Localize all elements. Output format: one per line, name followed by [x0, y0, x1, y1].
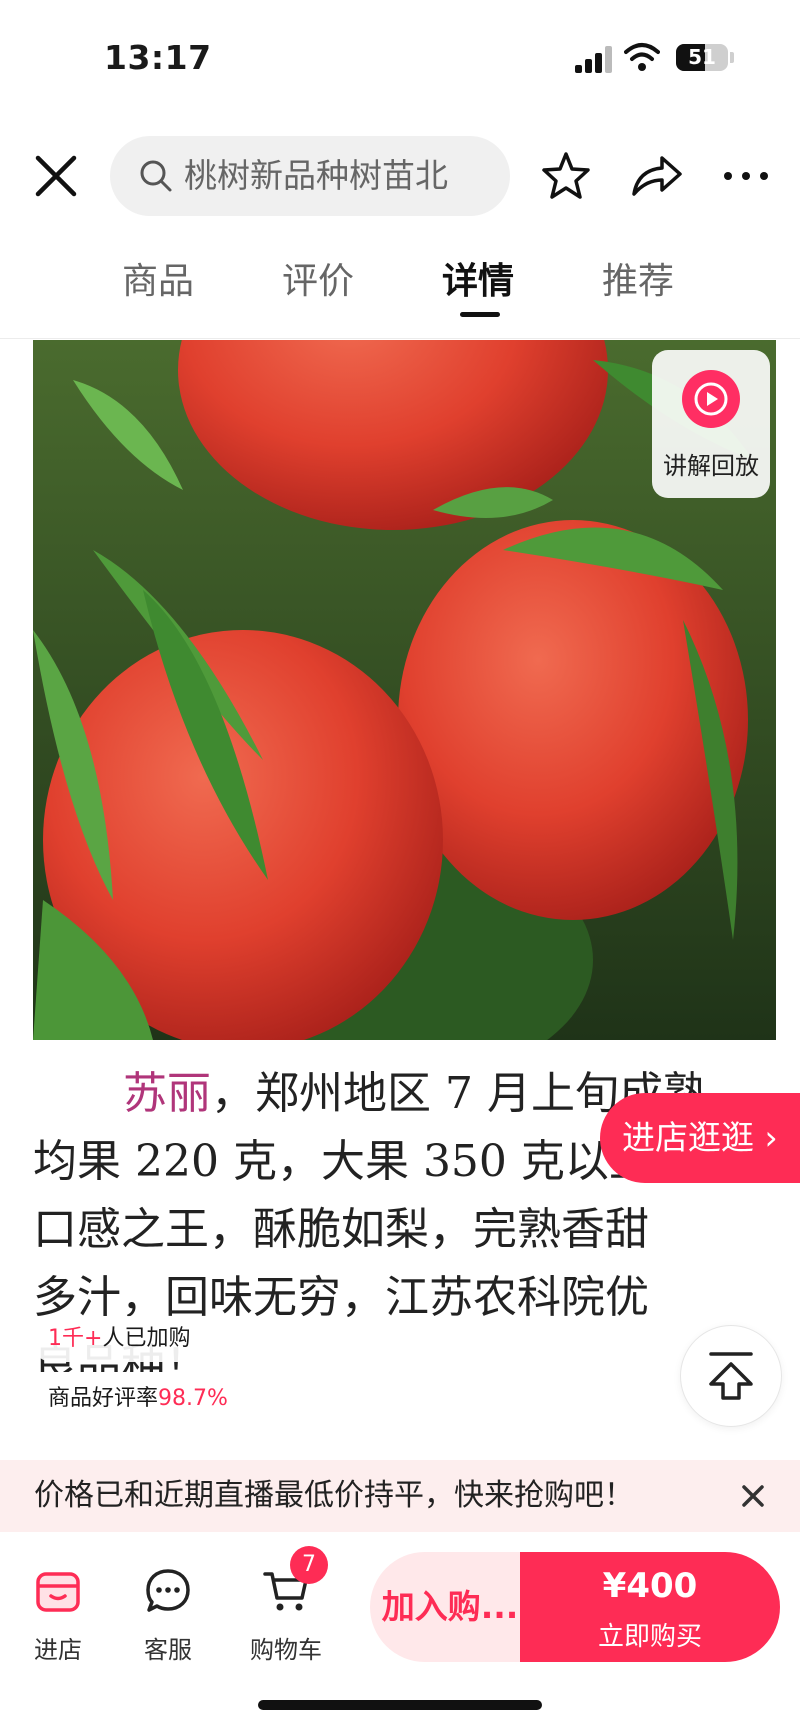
visit-store-button[interactable]: 进店逛逛 › — [600, 1093, 800, 1183]
store-label: 进店 — [34, 1636, 82, 1664]
active-tab-indicator — [460, 312, 500, 317]
search-input[interactable]: 桃树新品种树苗北 — [110, 136, 510, 216]
chat-icon — [146, 1569, 190, 1612]
more-icon[interactable] — [718, 148, 774, 204]
tab-recommend[interactable]: 推荐 — [602, 252, 674, 304]
cart-button[interactable]: 购物车 — [236, 1568, 336, 1678]
status-time: 13:17 — [104, 38, 212, 77]
arrow-up-icon — [709, 1352, 753, 1400]
battery-cap — [730, 52, 734, 63]
wifi-icon — [624, 43, 660, 71]
rating-value: 98.7% — [158, 1386, 228, 1411]
back-to-top-button[interactable] — [680, 1325, 782, 1427]
close-icon[interactable] — [735, 1478, 771, 1514]
star-icon[interactable] — [538, 148, 594, 204]
buyers-text: 人已加购 — [102, 1326, 191, 1351]
store-button[interactable]: 进店 — [8, 1568, 108, 1678]
price-banner: 价格已和近期直播最低价持平，快来抢购吧！ — [0, 1460, 800, 1532]
close-icon[interactable] — [28, 148, 84, 204]
replay-button[interactable]: 讲解回放 — [652, 350, 770, 498]
battery-icon: 51 — [676, 44, 728, 71]
buyers-badge: 1千+人已加购 — [30, 1316, 209, 1362]
store-icon — [36, 1572, 80, 1612]
service-label: 客服 — [144, 1636, 192, 1664]
battery-level: 51 — [688, 45, 716, 69]
add-to-cart-button[interactable]: 加入购... — [370, 1552, 530, 1662]
nav-divider — [0, 338, 800, 339]
desc-line: 口感之王，酥脆如梨，完熟香甜 — [33, 1204, 649, 1255]
cart-count-badge: 7 — [290, 1546, 328, 1584]
tab-details[interactable]: 详情 — [442, 252, 514, 304]
tab-reviews[interactable]: 评价 — [282, 252, 354, 304]
price-banner-text: 价格已和近期直播最低价持平，快来抢购吧！ — [34, 1478, 634, 1513]
search-icon — [140, 160, 172, 192]
buy-price: ¥400 — [602, 1566, 698, 1606]
rating-badge: 商品好评率98.7% — [30, 1376, 246, 1422]
rating-label: 商品好评率 — [48, 1386, 159, 1411]
tab-product[interactable]: 商品 — [122, 252, 194, 304]
service-button[interactable]: 客服 — [118, 1568, 218, 1678]
cart-label: 购物车 — [250, 1636, 322, 1664]
signal-icon — [575, 45, 613, 73]
variety-name: 苏丽 — [123, 1068, 211, 1119]
share-icon[interactable] — [626, 148, 686, 204]
search-text: 桃树新品种树苗北 — [184, 156, 448, 195]
replay-label: 讲解回放 — [663, 452, 759, 480]
buy-now-button[interactable]: ¥400 立即购买 — [520, 1552, 780, 1662]
home-indicator — [258, 1700, 542, 1710]
buyers-count: 1千+ — [48, 1326, 103, 1351]
buy-label: 立即购买 — [597, 1622, 702, 1652]
play-icon — [682, 370, 740, 428]
